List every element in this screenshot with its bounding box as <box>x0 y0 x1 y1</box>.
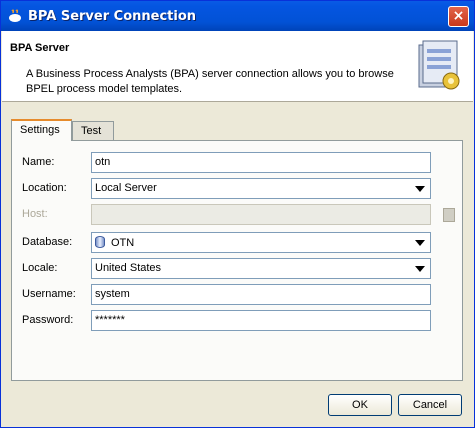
dialog-header: BPA Server A Business Process Analysts (… <box>2 31 473 102</box>
password-label: Password: <box>22 314 74 326</box>
database-value: OTN <box>111 237 135 249</box>
title-bar[interactable]: BPA Server Connection × <box>1 1 474 31</box>
dialog-window: BPA Server Connection × BPA Server A Bus… <box>0 0 475 428</box>
location-select[interactable]: Local Server <box>91 178 431 199</box>
name-input[interactable]: otn <box>91 152 431 173</box>
settings-panel: Name: otn Location: Local Server Host: D… <box>11 140 463 381</box>
server-connection-icon <box>418 40 460 90</box>
chevron-down-icon[interactable] <box>415 240 425 246</box>
browse-icon <box>443 208 455 222</box>
chevron-down-icon[interactable] <box>415 186 425 192</box>
locale-value: United States <box>95 262 162 274</box>
location-value: Local Server <box>95 182 157 194</box>
button-bar: OK Cancel <box>1 394 475 416</box>
chevron-down-icon[interactable] <box>415 266 425 272</box>
coffee-cup-icon <box>9 9 21 22</box>
host-input <box>91 204 431 225</box>
database-icon <box>95 236 105 248</box>
ok-button[interactable]: OK <box>328 394 392 416</box>
username-label: Username: <box>22 288 76 300</box>
cancel-button[interactable]: Cancel <box>398 394 462 416</box>
close-icon: × <box>452 8 465 24</box>
window-title: BPA Server Connection <box>28 9 197 24</box>
close-button[interactable]: × <box>448 6 469 27</box>
username-input[interactable]: system <box>91 284 431 305</box>
header-title: BPA Server <box>10 42 70 54</box>
header-description: A Business Process Analysts (BPA) server… <box>26 68 394 95</box>
database-select[interactable]: OTN <box>91 232 431 253</box>
host-label: Host: <box>22 208 48 220</box>
tab-settings[interactable]: Settings <box>11 119 72 141</box>
password-input[interactable]: ******* <box>91 310 431 331</box>
locale-label: Locale: <box>22 262 58 274</box>
tab-test[interactable]: Test <box>72 121 114 141</box>
location-label: Location: <box>22 182 67 194</box>
database-label: Database: <box>22 236 73 248</box>
name-label: Name: <box>22 156 55 168</box>
locale-select[interactable]: United States <box>91 258 431 279</box>
